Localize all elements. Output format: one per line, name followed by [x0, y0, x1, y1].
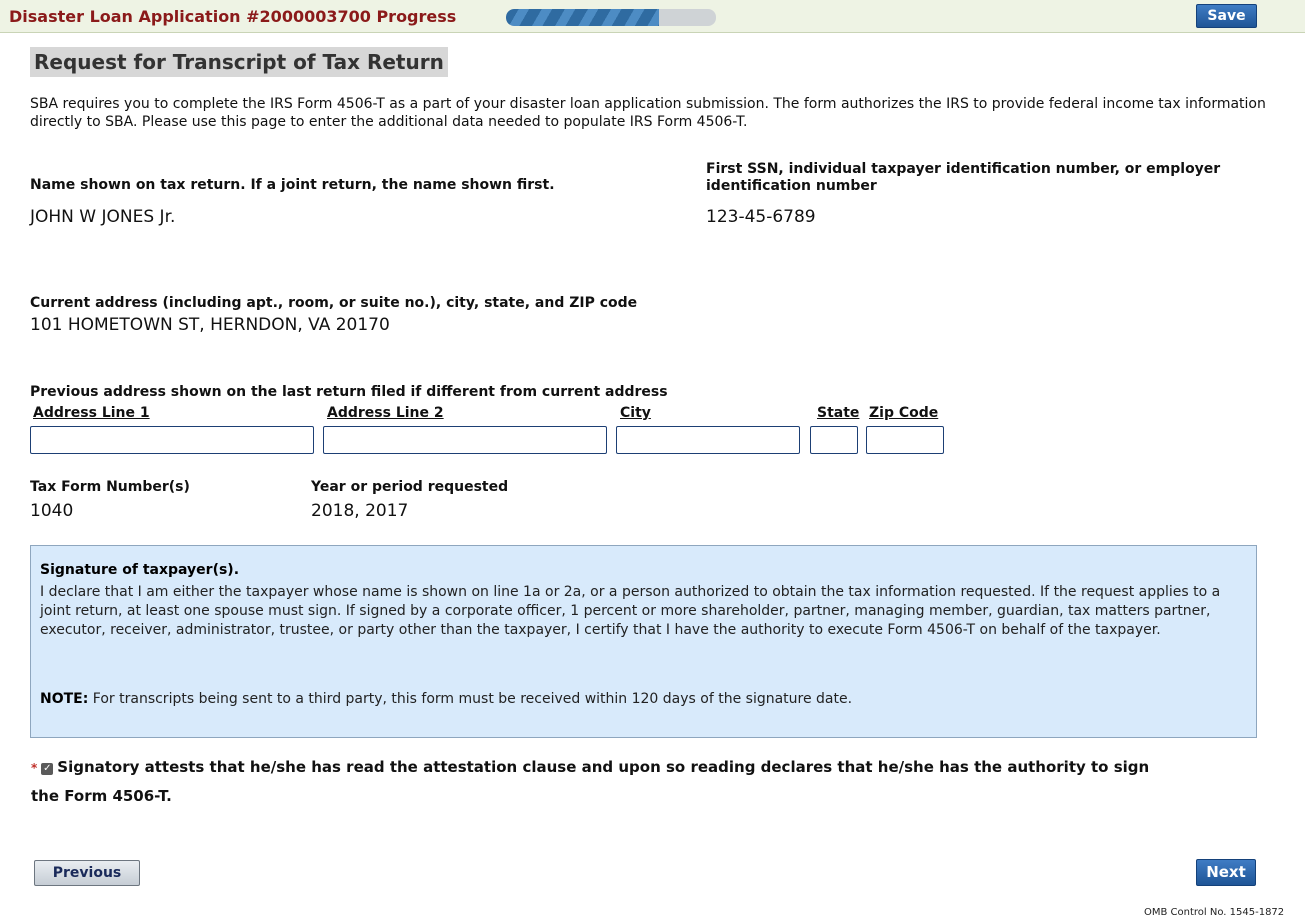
progress-bar-fill [506, 9, 660, 26]
current-address-value: 101 HOMETOWN ST, HERNDON, VA 20170 [30, 315, 390, 335]
previous-address-label: Previous address shown on the last retur… [30, 384, 668, 400]
name-label: Name shown on tax return. If a joint ret… [30, 177, 555, 193]
current-address-label: Current address (including apt., room, o… [30, 295, 638, 311]
year-value: 2018, 2017 [311, 501, 409, 521]
ssn-value: 123-45-6789 [706, 207, 816, 227]
tax-form-label: Tax Form Number(s) [30, 479, 190, 495]
attestation: * ✓ Signatory attests that he/she has read… [31, 753, 1151, 810]
signature-panel: Signature of taxpayer(s). I declare that… [30, 545, 1257, 738]
save-button[interactable]: Save [1196, 4, 1257, 28]
address-line-2-input[interactable] [323, 426, 607, 454]
ssn-label: First SSN, individual taxpayer identific… [706, 161, 1221, 194]
state-label: State [817, 405, 860, 421]
previous-button[interactable]: Previous [34, 860, 140, 886]
omb-control-number: OMB Control No. 1545-1872 [1144, 907, 1285, 918]
zip-code-label: Zip Code [869, 405, 939, 421]
signature-note: NOTE: For transcripts being sent to a th… [40, 691, 852, 707]
zip-code-input[interactable] [866, 426, 944, 454]
signature-title: Signature of taxpayer(s). [40, 562, 240, 578]
name-value: JOHN W JONES Jr. [30, 207, 176, 227]
header-bar: Disaster Loan Application #2000003700 Pr… [0, 0, 1305, 33]
page-title: Request for Transcript of Tax Return [30, 47, 448, 77]
application-title: Disaster Loan Application #2000003700 Pr… [9, 7, 457, 26]
intro-text: SBA requires you to complete the IRS For… [30, 96, 1266, 130]
address-line-2-label: Address Line 2 [327, 405, 444, 421]
year-label: Year or period requested [311, 479, 509, 495]
note-text: For transcripts being sent to a third pa… [88, 691, 853, 707]
address-line-1-input[interactable] [30, 426, 314, 454]
note-label: NOTE: [40, 691, 89, 707]
progress-bar [506, 9, 716, 26]
state-input[interactable] [810, 426, 858, 454]
address-line-1-label: Address Line 1 [33, 405, 150, 421]
attestation-checkbox[interactable]: ✓ [41, 763, 54, 775]
signature-declaration: I declare that I am either the taxpayer … [40, 584, 1221, 638]
next-button[interactable]: Next [1196, 859, 1256, 886]
attestation-text: Signatory attests that he/she has read t… [31, 758, 1150, 805]
required-marker: * [31, 761, 38, 775]
city-input[interactable] [616, 426, 800, 454]
city-label: City [620, 405, 651, 421]
tax-form-value: 1040 [30, 501, 74, 521]
